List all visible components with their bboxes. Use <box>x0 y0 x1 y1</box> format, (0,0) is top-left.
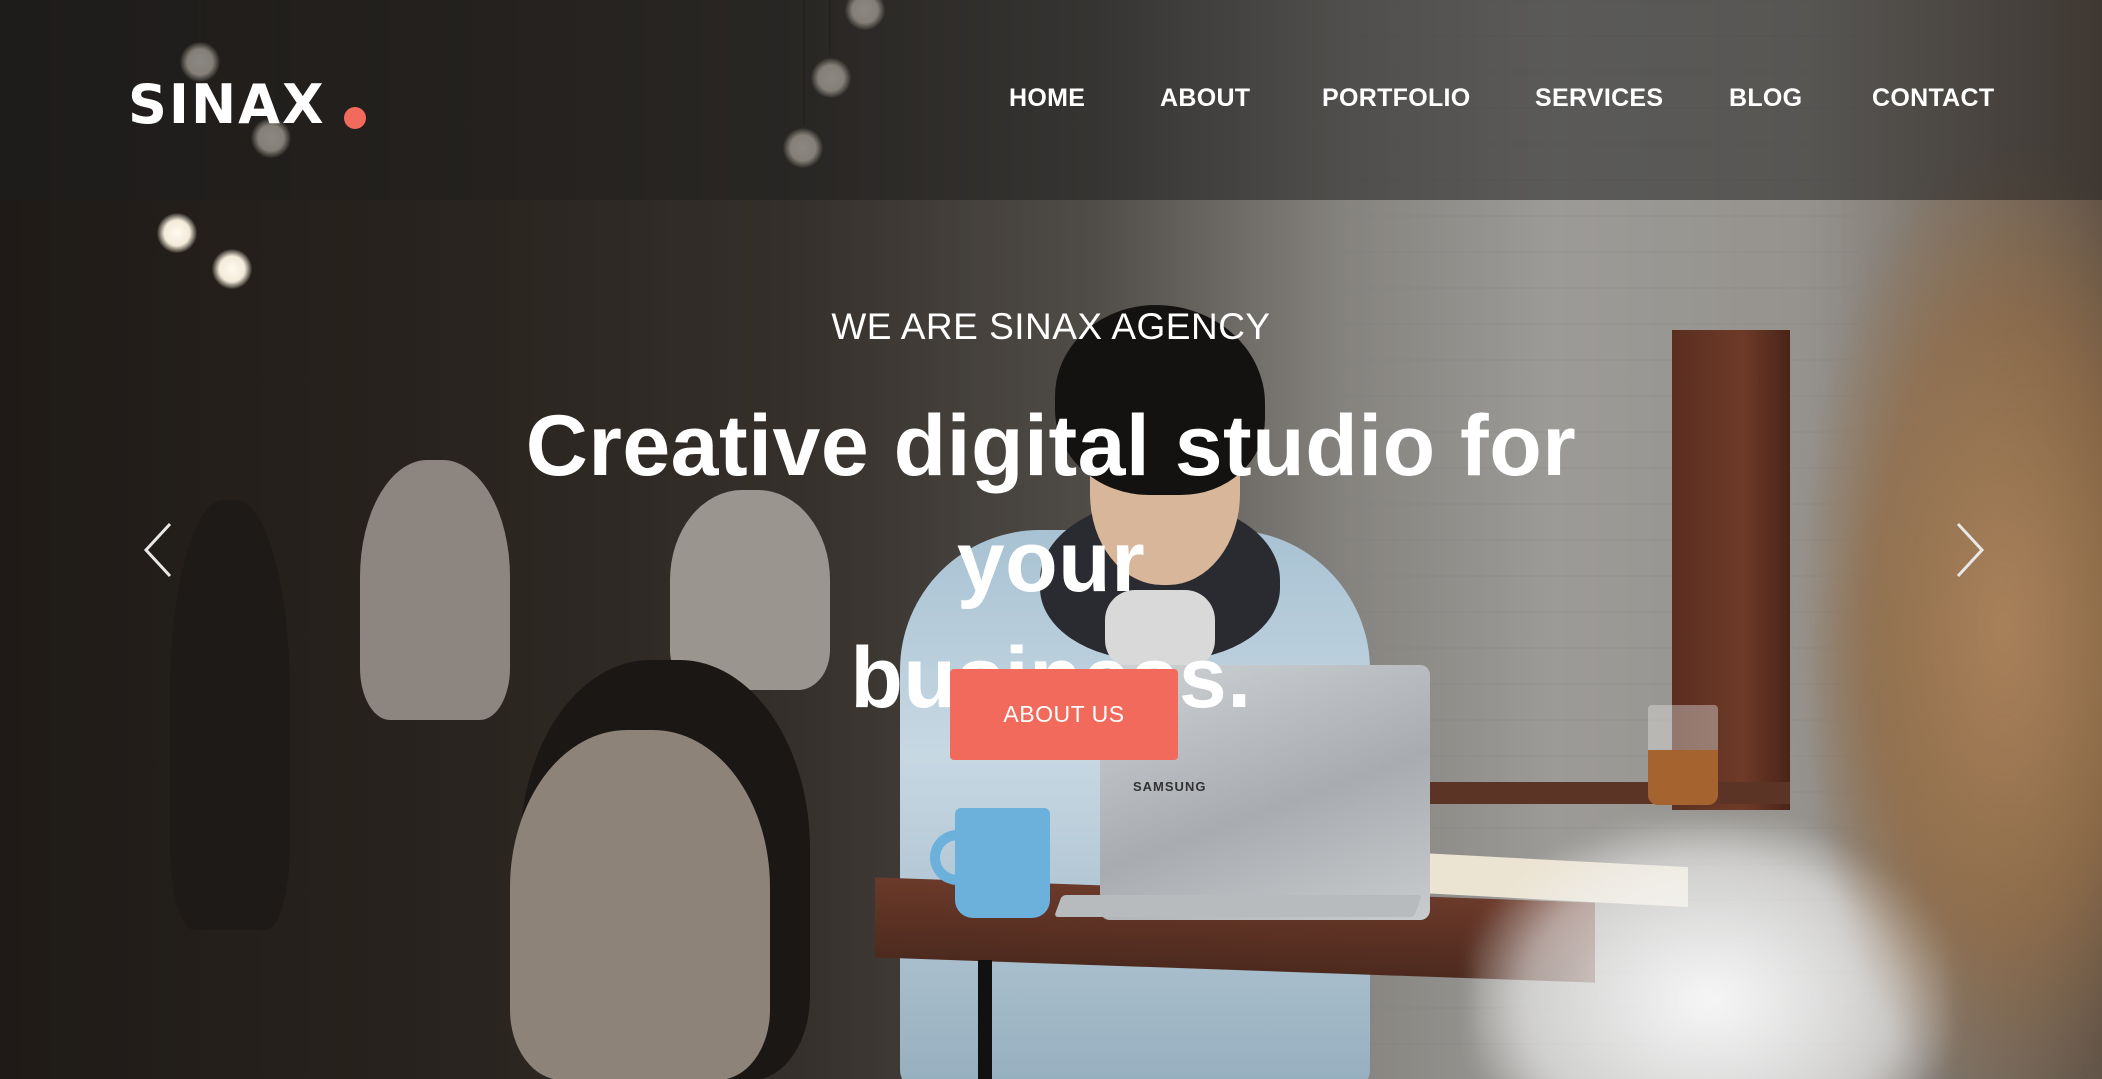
chevron-left-icon <box>143 522 172 578</box>
foreground-blur-hair <box>1800 150 2102 1079</box>
nav-item-about[interactable]: ABOUT <box>1160 84 1250 113</box>
logo-dot-icon <box>344 107 366 129</box>
hanging-light <box>212 249 252 289</box>
slider-next-button[interactable] <box>1948 520 1988 580</box>
nav-item-contact[interactable]: CONTACT <box>1872 84 1994 113</box>
hero-headline-line-1: Creative digital studio for your <box>525 398 1577 610</box>
laptop-brand-label: SAMSUNG <box>1133 779 1207 794</box>
table-leg <box>978 960 992 1079</box>
background-patron <box>510 730 770 1079</box>
iced-coffee-glass <box>1648 705 1718 805</box>
hero-eyebrow: WE ARE SINAX AGENCY <box>831 306 1271 347</box>
laptop-base <box>1053 895 1423 917</box>
nav-item-home[interactable]: HOME <box>1009 84 1085 113</box>
hanging-light <box>157 213 197 253</box>
wood-counter <box>1420 782 1790 804</box>
blue-mug <box>955 808 1050 918</box>
main-nav: HOME ABOUT PORTFOLIO SERVICES BLOG CONTA… <box>1000 84 2010 118</box>
brand-logo[interactable]: SINAX <box>128 78 326 132</box>
nav-item-blog[interactable]: BLOG <box>1729 84 1802 113</box>
about-us-button[interactable]: ABOUT US <box>950 669 1178 760</box>
slider-prev-button[interactable] <box>140 520 180 580</box>
nav-item-portfolio[interactable]: PORTFOLIO <box>1322 84 1471 113</box>
site-header: SINAX HOME ABOUT PORTFOLIO SERVICES BLOG… <box>0 0 2102 200</box>
nav-item-services[interactable]: SERVICES <box>1535 84 1663 113</box>
chevron-right-icon <box>1956 522 1985 578</box>
background-patron <box>170 500 290 930</box>
